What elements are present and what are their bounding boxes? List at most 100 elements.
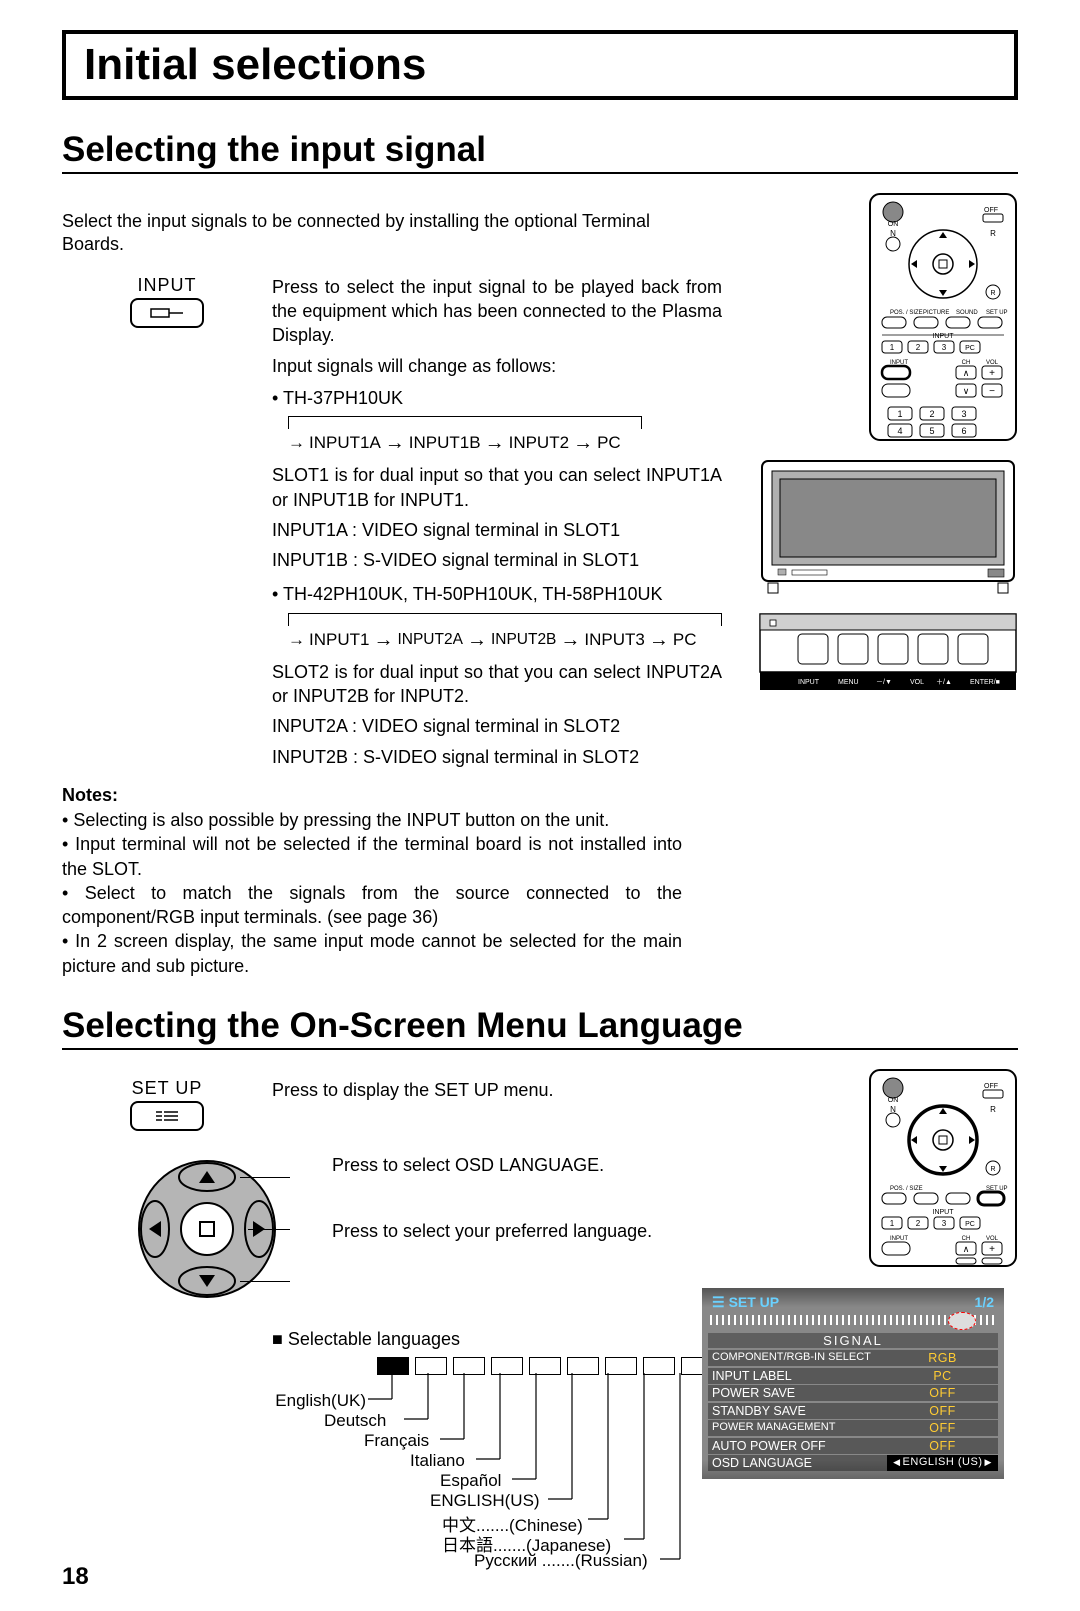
svg-text:+: + [989, 368, 995, 379]
osd-title: ☰SET UP [712, 1294, 779, 1311]
notes-list: Selecting is also possible by pressing t… [62, 808, 682, 978]
menu-icon [152, 1109, 182, 1123]
slot2-c: INPUT2B : S-VIDEO signal terminal in SLO… [272, 745, 722, 769]
lang-2: Français [364, 1431, 429, 1451]
step1: Press to display the SET UP menu. [272, 1078, 682, 1102]
svg-text:ON: ON [888, 221, 899, 228]
osd-setup-menu: ☰SET UP 1/2 SIGNAL COMPONENT/RGB-IN SELE… [702, 1288, 1004, 1479]
svg-text:PC: PC [965, 345, 975, 352]
seq-a-2: INPUT2 [509, 432, 569, 455]
svg-text:VOL: VOL [986, 1236, 999, 1242]
svg-text:PC: PC [965, 1221, 975, 1228]
svg-text:SET UP: SET UP [986, 310, 1008, 316]
section1-heading: Selecting the input signal [62, 130, 1018, 174]
svg-text:－/▼: －/▼ [876, 679, 892, 686]
seq-b-3: INPUT3 [584, 629, 644, 652]
seq-b-1: INPUT2A [397, 630, 462, 651]
note-3: In 2 screen display, the same input mode… [62, 929, 682, 978]
svg-text:ON: ON [888, 1097, 899, 1104]
svg-text:2: 2 [929, 409, 934, 419]
slot1-a: SLOT1 is for dual input so that you can … [272, 463, 722, 512]
svg-text:ENTER/■: ENTER/■ [970, 679, 1000, 686]
slot2-b: INPUT2A : VIDEO signal terminal in SLOT2 [272, 714, 722, 738]
input-remote-button[interactable] [130, 298, 204, 328]
osd-row-0[interactable]: COMPONENT/RGB-IN SELECTRGB [708, 1350, 998, 1366]
svg-text:SOUND: SOUND [956, 310, 978, 316]
step3: Press to select your preferred language. [332, 1219, 682, 1243]
slot1-c: INPUT1B : S-VIDEO signal terminal in SLO… [272, 548, 722, 572]
svg-text:INPUT: INPUT [933, 1209, 955, 1216]
remote-illustration-2: ON OFF N R R POS. / SIZE SET UP [868, 1068, 1018, 1268]
svg-text:INPUT: INPUT [890, 1236, 908, 1242]
svg-text:INPUT: INPUT [798, 679, 820, 686]
svg-text:OFF: OFF [984, 207, 998, 214]
seq-b-4: PC [673, 629, 697, 652]
svg-text:∨: ∨ [963, 386, 970, 396]
svg-text:R: R [990, 1166, 995, 1173]
section1-intro: Select the input signals to be connected… [62, 210, 682, 257]
osd-row-4[interactable]: POWER MANAGEMENTOFF [708, 1420, 998, 1436]
slot1-b: INPUT1A : VIDEO signal terminal in SLOT1 [272, 518, 722, 542]
page-title-box: Initial selections [62, 30, 1018, 100]
seq-a-0: INPUT1A [309, 432, 381, 455]
lang-4: Español [440, 1471, 501, 1491]
svg-text:OFF: OFF [984, 1083, 998, 1090]
svg-text:1: 1 [897, 409, 902, 419]
seq-a-3: PC [597, 432, 621, 455]
lang-0: English(UK) [272, 1391, 366, 1411]
page-title: Initial selections [84, 40, 996, 90]
lang-3: Italiano [410, 1451, 465, 1471]
setup-remote-button[interactable] [130, 1101, 204, 1131]
seq-b-0: INPUT1 [309, 629, 369, 652]
desc1: Press to select the input signal to be p… [272, 275, 722, 348]
step2: Press to select OSD LANGUAGE. [332, 1153, 682, 1177]
osd-row-5[interactable]: AUTO POWER OFFOFF [708, 1438, 998, 1454]
svg-text:∧: ∧ [963, 368, 970, 378]
control-panel-illustration: INPUT MENU －/▼ VOL ＋/▲ ENTER/■ [758, 612, 1018, 692]
model-b: • TH-42PH10UK, TH-50PH10UK, TH-58PH10UK [272, 582, 722, 606]
section2-heading: Selecting the On-Screen Menu Language [62, 1006, 1018, 1050]
svg-text:1: 1 [890, 343, 895, 352]
svg-text:3: 3 [961, 409, 966, 419]
svg-text:−: − [989, 386, 995, 397]
note-0: Selecting is also possible by pressing t… [62, 808, 682, 832]
osd-signal[interactable]: SIGNAL [708, 1333, 998, 1348]
slot2-a: SLOT2 is for dual input so that you can … [272, 660, 722, 709]
svg-text:4: 4 [897, 426, 902, 436]
note-1: Input terminal will not be selected if t… [62, 832, 682, 881]
svg-text:VOL: VOL [986, 360, 999, 366]
notes-label: Notes: [62, 785, 682, 806]
svg-text:2: 2 [916, 343, 921, 352]
osd-row-2[interactable]: POWER SAVEOFF [708, 1385, 998, 1401]
seq-a-1: INPUT1B [409, 432, 481, 455]
svg-text:+: + [989, 1244, 995, 1255]
setup-button-label: SET UP [62, 1078, 272, 1099]
svg-text:3: 3 [942, 343, 947, 352]
desc2: Input signals will change as follows: [272, 354, 722, 378]
model-a: • TH-37PH10UK [272, 386, 722, 410]
svg-text:R: R [990, 229, 996, 238]
svg-text:CH: CH [962, 1236, 971, 1242]
svg-text:MENU: MENU [838, 679, 859, 686]
osd-row-3[interactable]: STANDBY SAVEOFF [708, 1403, 998, 1419]
svg-text:R: R [990, 290, 995, 297]
svg-text:5: 5 [929, 426, 934, 436]
svg-text:VOL: VOL [910, 679, 924, 686]
svg-text:POS. / SIZE: POS. / SIZE [890, 310, 923, 316]
input-button-label: INPUT [62, 275, 272, 296]
lang-5: ENGLISH(US) [430, 1491, 540, 1511]
osd-slider[interactable] [710, 1315, 996, 1325]
osd-row-1[interactable]: INPUT LABELPC [708, 1368, 998, 1384]
svg-text:POS. / SIZE: POS. / SIZE [890, 1186, 923, 1192]
lang-8: Русский .......(Russian) [474, 1551, 648, 1571]
selectable-languages-label: ■ Selectable languages [272, 1328, 682, 1351]
remote-illustration: ON OFF N R R POS. / SIZE PICTURE SOU [868, 192, 1018, 442]
sequence-a: → INPUT1A → INPUT1B → INPUT2 → PC [282, 416, 642, 457]
svg-text:∧: ∧ [963, 1244, 970, 1254]
svg-text:3: 3 [942, 1219, 947, 1228]
note-2: Select to match the signals from the sou… [62, 881, 682, 930]
svg-text:＋/▲: ＋/▲ [936, 678, 952, 686]
osd-row-6[interactable]: OSD LANGUAGEENGLISH (US) [708, 1455, 998, 1471]
svg-text:2: 2 [916, 1219, 921, 1228]
tv-illustration [758, 457, 1018, 597]
